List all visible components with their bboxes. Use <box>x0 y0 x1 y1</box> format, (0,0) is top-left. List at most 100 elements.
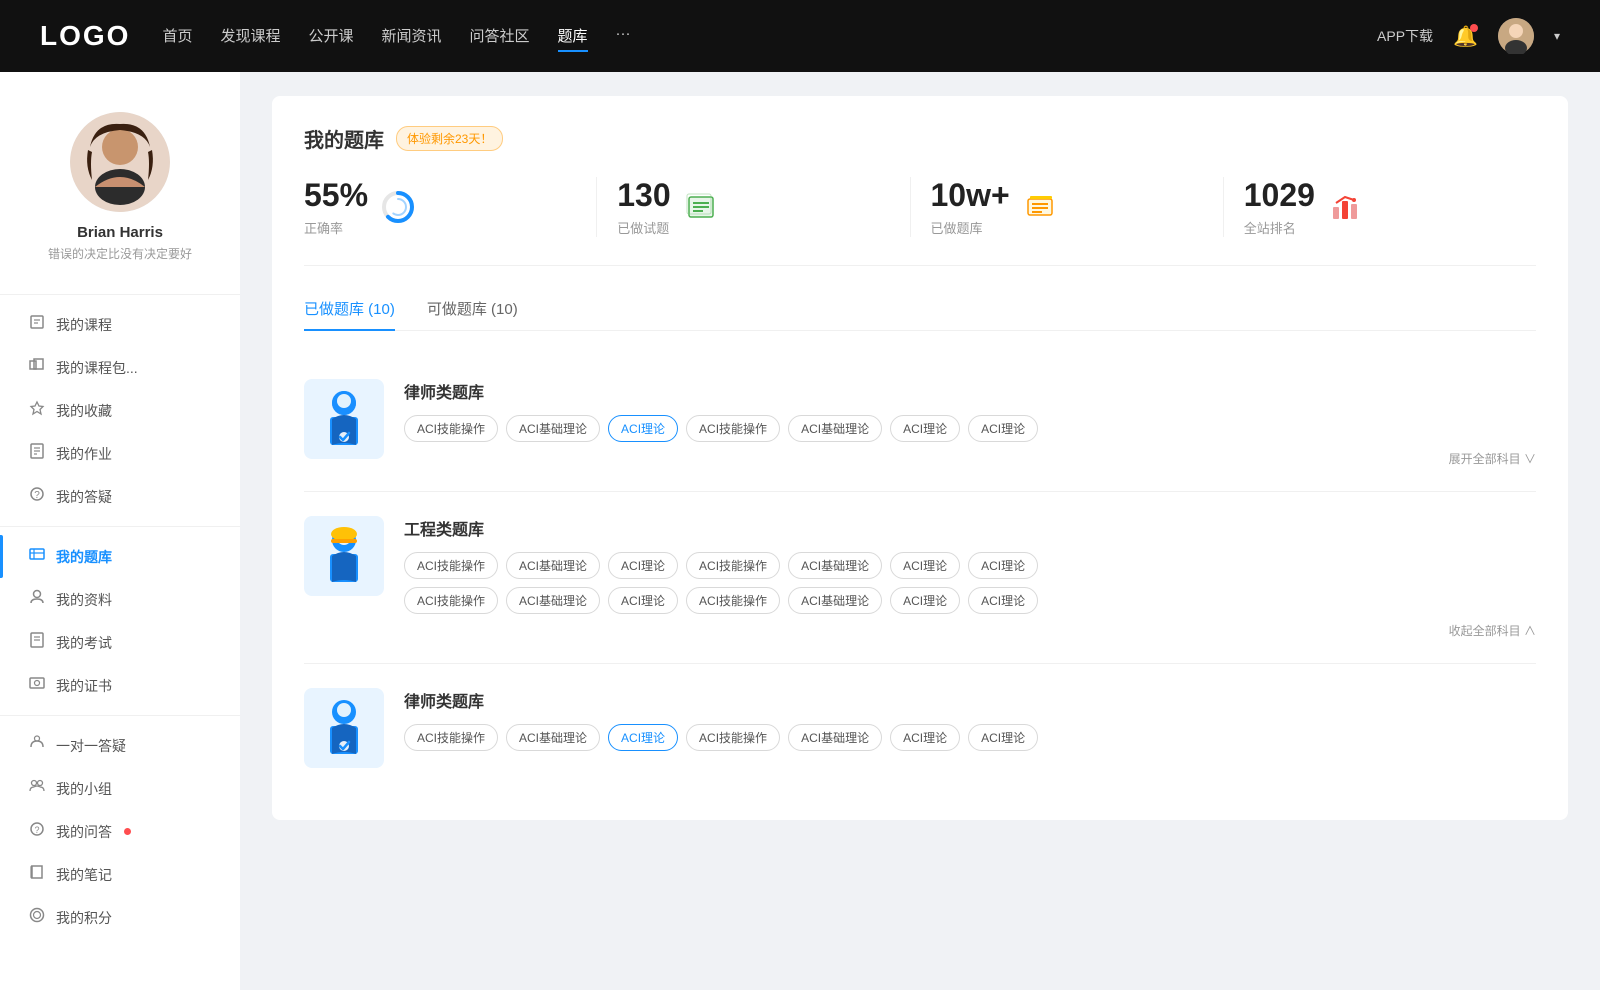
sidebar-item-my-qa[interactable]: ? 我的问答 <box>0 810 240 853</box>
qbank-icon-lawyer-2 <box>304 688 384 768</box>
sidebar-item-notes[interactable]: 我的笔记 <box>0 853 240 896</box>
expand-link-lawyer-1[interactable]: 展开全部科目 ∨ <box>404 450 1536 467</box>
collapse-link-engineer[interactable]: 收起全部科目 ∧ <box>404 622 1536 639</box>
user-avatar[interactable] <box>1498 18 1534 54</box>
tag-1-3[interactable]: ACI技能操作 <box>686 552 780 579</box>
tag-1-2[interactable]: ACI理论 <box>608 552 678 579</box>
stat-done-banks-text: 10w+ 已做题库 <box>931 177 1010 237</box>
tag-0-4[interactable]: ACI基础理论 <box>788 415 882 442</box>
tag-1-1[interactable]: ACI基础理论 <box>506 552 600 579</box>
sidebar-item-exam[interactable]: 我的考试 <box>0 621 240 664</box>
sidebar-item-course-package[interactable]: 我的课程包... <box>0 346 240 389</box>
tag-1-r2-2[interactable]: ACI理论 <box>608 587 678 614</box>
question-bank-icon <box>28 546 46 567</box>
qbank-item-lawyer-2: 律师类题库 ACI技能操作 ACI基础理论 ACI理论 ACI技能操作 ACI基… <box>304 664 1536 792</box>
my-course-icon <box>28 314 46 335</box>
tag-1-r2-5[interactable]: ACI理论 <box>890 587 960 614</box>
stat-accuracy-label: 正确率 <box>304 218 368 237</box>
nav-more[interactable]: ··· <box>616 21 631 52</box>
sidebar-label-homework: 我的作业 <box>56 444 112 464</box>
tag-1-5[interactable]: ACI理论 <box>890 552 960 579</box>
tag-0-0[interactable]: ACI技能操作 <box>404 415 498 442</box>
sidebar-item-my-data[interactable]: 我的资料 <box>0 578 240 621</box>
tag-0-6[interactable]: ACI理论 <box>968 415 1038 442</box>
qbank-name-lawyer-2: 律师类题库 <box>404 688 1536 712</box>
tag-1-r2-6[interactable]: ACI理论 <box>968 587 1038 614</box>
engineer-icon <box>316 526 372 586</box>
tag-1-r2-1[interactable]: ACI基础理论 <box>506 587 600 614</box>
stat-done-questions: 130 已做试题 <box>597 177 910 237</box>
sidebar-label-my-group: 我的小组 <box>56 779 112 799</box>
stat-done-questions-label: 已做试题 <box>617 218 670 237</box>
tag-2-1[interactable]: ACI基础理论 <box>506 724 600 751</box>
profile-name: Brian Harris <box>77 224 163 241</box>
tags-row-lawyer-1: ACI技能操作 ACI基础理论 ACI理论 ACI技能操作 ACI基础理论 AC… <box>404 415 1536 442</box>
tag-1-4[interactable]: ACI基础理论 <box>788 552 882 579</box>
nav-question-bank[interactable]: 题库 <box>558 21 588 52</box>
tag-1-r2-3[interactable]: ACI技能操作 <box>686 587 780 614</box>
tag-0-2[interactable]: ACI理论 <box>608 415 678 442</box>
qbank-icon-lawyer-1 <box>304 379 384 459</box>
one-on-one-icon <box>28 735 46 756</box>
notification-bell[interactable]: 🔔 <box>1453 24 1478 49</box>
course-package-icon <box>28 357 46 378</box>
tags-row-lawyer-2: ACI技能操作 ACI基础理论 ACI理论 ACI技能操作 ACI基础理论 AC… <box>404 724 1536 751</box>
stat-ranking-value: 1029 <box>1244 177 1315 214</box>
tag-1-r2-4[interactable]: ACI基础理论 <box>788 587 882 614</box>
tag-0-1[interactable]: ACI基础理论 <box>506 415 600 442</box>
tab-available-banks[interactable]: 可做题库 (10) <box>427 298 518 331</box>
sidebar-item-points[interactable]: 我的积分 <box>0 896 240 939</box>
sidebar-label-notes: 我的笔记 <box>56 865 112 885</box>
lawyer-icon-2 <box>316 698 372 758</box>
sidebar-item-questions[interactable]: ? 我的答疑 <box>0 475 240 518</box>
tabs-row: 已做题库 (10) 可做题库 (10) <box>304 298 1536 331</box>
svg-text:?: ? <box>34 490 40 501</box>
nav-home[interactable]: 首页 <box>162 21 192 52</box>
sidebar-divider-3 <box>0 715 240 716</box>
sidebar-label-exam: 我的考试 <box>56 633 112 653</box>
tag-2-5[interactable]: ACI理论 <box>890 724 960 751</box>
nav-menu: 首页 发现课程 公开课 新闻资讯 问答社区 题库 ··· <box>162 21 1345 52</box>
favorites-icon <box>28 400 46 421</box>
sidebar-item-my-group[interactable]: 我的小组 <box>0 767 240 810</box>
tab-done-banks[interactable]: 已做题库 (10) <box>304 298 395 331</box>
sidebar-item-homework[interactable]: 我的作业 <box>0 432 240 475</box>
certificate-icon <box>28 675 46 696</box>
sidebar-item-certificate[interactable]: 我的证书 <box>0 664 240 707</box>
content-card: 我的题库 体验剩余23天！ 55% 正确率 <box>272 96 1568 820</box>
sidebar-item-question-bank[interactable]: 我的题库 <box>0 535 240 578</box>
tag-1-0[interactable]: ACI技能操作 <box>404 552 498 579</box>
tag-0-3[interactable]: ACI技能操作 <box>686 415 780 442</box>
page-title: 我的题库 <box>304 124 384 153</box>
nav-discover[interactable]: 发现课程 <box>220 21 280 52</box>
tag-2-4[interactable]: ACI基础理论 <box>788 724 882 751</box>
stat-ranking-label: 全站排名 <box>1244 218 1315 237</box>
stat-ranking: 1029 全站排名 <box>1224 177 1536 237</box>
tag-0-5[interactable]: ACI理论 <box>890 415 960 442</box>
tag-2-6[interactable]: ACI理论 <box>968 724 1038 751</box>
sidebar-item-one-on-one[interactable]: 一对一答疑 <box>0 724 240 767</box>
sidebar-label-one-on-one: 一对一答疑 <box>56 736 126 756</box>
tag-1-r2-0[interactable]: ACI技能操作 <box>404 587 498 614</box>
sidebar-item-favorites[interactable]: 我的收藏 <box>0 389 240 432</box>
tag-2-0[interactable]: ACI技能操作 <box>404 724 498 751</box>
qbank-body-engineer: 工程类题库 ACI技能操作 ACI基础理论 ACI理论 ACI技能操作 ACI基… <box>404 516 1536 639</box>
app-download-link[interactable]: APP下载 <box>1377 26 1433 46</box>
user-menu-chevron[interactable]: ▾ <box>1554 29 1560 43</box>
tags-row-engineer-2: ACI技能操作 ACI基础理论 ACI理论 ACI技能操作 ACI基础理论 AC… <box>404 587 1536 614</box>
tag-2-2[interactable]: ACI理论 <box>608 724 678 751</box>
tag-2-3[interactable]: ACI技能操作 <box>686 724 780 751</box>
sidebar-divider-1 <box>0 294 240 295</box>
nav-qa[interactable]: 问答社区 <box>470 21 530 52</box>
nav-right-section: APP下载 🔔 ▾ <box>1377 18 1560 54</box>
nav-news[interactable]: 新闻资讯 <box>382 21 442 52</box>
sidebar-divider-2 <box>0 526 240 527</box>
tag-1-6[interactable]: ACI理论 <box>968 552 1038 579</box>
stat-accuracy-text: 55% 正确率 <box>304 177 368 237</box>
main-layout: Brian Harris 错误的决定比没有决定要好 我的课程 我的课程包... <box>0 72 1600 990</box>
stat-ranking-text: 1029 全站排名 <box>1244 177 1315 237</box>
nav-open-course[interactable]: 公开课 <box>308 21 353 52</box>
notification-dot <box>1470 24 1478 32</box>
sidebar-item-my-course[interactable]: 我的课程 <box>0 303 240 346</box>
avatar-image <box>1498 18 1534 54</box>
